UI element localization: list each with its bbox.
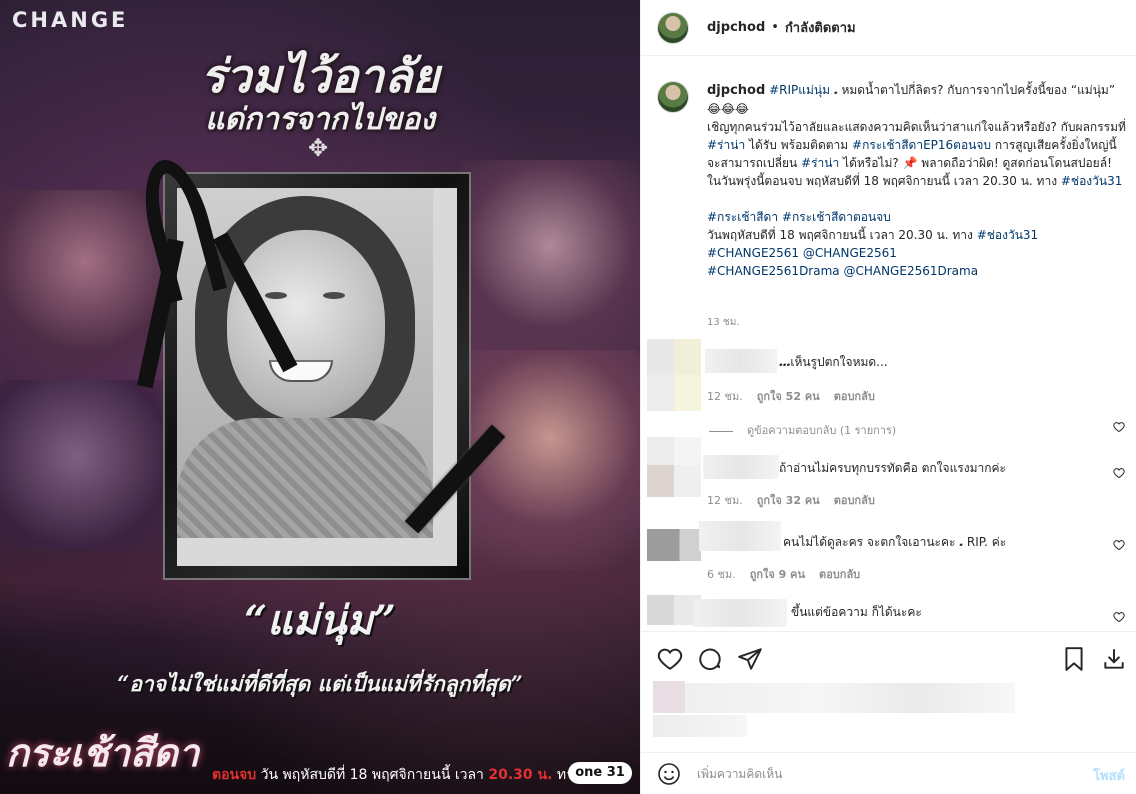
avatar[interactable] (657, 11, 689, 44)
hashtag-link[interactable]: #ช่องวัน31 (977, 228, 1038, 242)
scene-photo-right-top (460, 160, 640, 350)
like-heart-icon[interactable] (657, 646, 683, 672)
airing-info: ตอนจบ วัน พฤหัสบดีที่ 18 พฤศจิกายนนี้ เว… (212, 764, 581, 786)
scene-photo-left-bottom (0, 380, 170, 550)
view-replies-button[interactable]: ดูข้อความตอบกลับ (1 รายการ) (709, 421, 896, 439)
following-button[interactable]: กำลังติดตาม (785, 17, 856, 38)
comment-meta: 12 ชม. ถูกใจ 52 คน ตอบกลับ (707, 387, 875, 405)
ornament-icon: ✥ (308, 134, 329, 162)
scene-photo-right-bottom (460, 350, 640, 570)
airing-time: 20.30 น. (488, 767, 553, 783)
comment-time: 12 ชม. (707, 494, 743, 507)
comment-time: 6 ชม. (707, 568, 736, 581)
hashtag-link[interactable]: #CHANGE2561 (707, 246, 799, 260)
hashtag-link[interactable]: #ร่าน่า (801, 156, 839, 170)
channel-logo: one 31 (568, 762, 632, 784)
bookmark-icon[interactable] (1061, 646, 1087, 672)
header-separator: • (771, 20, 779, 35)
hashtag-link[interactable]: #ร่าน่า (707, 138, 745, 152)
comment-username-blurred[interactable] (705, 349, 777, 373)
header-username[interactable]: djpchod (707, 20, 765, 35)
comment-bubble-icon[interactable] (697, 646, 723, 672)
comment-username-blurred[interactable] (693, 599, 787, 627)
hashtag-link[interactable]: #กระเช้าสีดาEP16ตอนจบ (852, 138, 991, 152)
comment-time: 12 ชม. (707, 390, 743, 403)
brand-logo: CHANGE (12, 8, 129, 32)
comment-avatar-blurred (647, 465, 701, 497)
hashtag-link[interactable]: #ช่องวัน31 (1061, 174, 1122, 188)
emoji-icon[interactable] (657, 762, 681, 786)
hashtag-link[interactable]: #กระเช้าสีดาตอนจบ (782, 210, 891, 224)
airing-text: วัน พฤหัสบดีที่ 18 พฤศจิกายนนี้ เวลา (260, 767, 484, 783)
comments-scroll[interactable]: djpchod #RIPแม่นุ่ม 𝅘 หมดน้ำตาไปกี่ลิตร?… (641, 57, 1136, 631)
show-title: กระเช้าสีดา (6, 730, 200, 775)
comment-text: 𝅘𝅘𝅘เห็นรูปตกใจหมด... (779, 355, 888, 369)
action-bar (641, 631, 1136, 681)
hashtag-link[interactable]: #กระเช้าสีดา (707, 210, 778, 224)
comment-text: คนไม่ได้ดูละคร จะตกใจเอานะคะ 𝅘 RIP. ค่ะ (783, 535, 1007, 549)
caption: djpchod #RIPแม่นุ่ม 𝅘 หมดน้ำตาไปกี่ลิตร?… (657, 81, 1127, 280)
comment-text: ขึ้นแต่ข้อความ ก็ได้นะคะ (791, 605, 922, 619)
reply-button[interactable]: ตอบกลับ (819, 568, 860, 581)
poster-tagline: “อาจไม่ใช่แม่ที่ดีที่สุด แต่เป็นแม่ที่รั… (117, 671, 523, 696)
comment-likes[interactable]: ถูกใจ 32 คน (757, 494, 820, 507)
comment-meta: 6 ชม. ถูกใจ 9 คน ตอบกลับ (707, 565, 860, 583)
comment-composer: โพสต์ (641, 752, 1136, 794)
comment-text: ถ้าอ่านไม่ครบทุกบรรทัดคือ ตกใจแรงมากค่ะ (779, 461, 1006, 475)
airing-prefix: ตอนจบ (212, 767, 257, 783)
like-comment-heart-icon[interactable] (1113, 467, 1125, 479)
hashtag-link[interactable]: #CHANGE2561Drama (707, 264, 840, 278)
comment-avatar-blurred (647, 375, 701, 411)
post-image[interactable]: CHANGE ร่วมไว้อาลัย แด่การจากไปของ ✥ “แม… (0, 0, 640, 794)
comment-avatar-blurred[interactable] (647, 529, 701, 561)
share-send-icon[interactable] (737, 646, 763, 672)
comment-username-blurred[interactable] (699, 521, 781, 551)
post-comment-button[interactable]: โพสต์ (1093, 765, 1125, 786)
download-icon[interactable] (1101, 646, 1127, 672)
reply-button[interactable]: ตอบกลับ (834, 390, 875, 403)
comment-likes[interactable]: ถูกใจ 9 คน (750, 568, 805, 581)
reply-button[interactable]: ตอบกลับ (834, 494, 875, 507)
caption-text: djpchod #RIPแม่นุ่ม 𝅘 หมดน้ำตาไปกี่ลิตร?… (707, 83, 1126, 278)
post-sidebar: djpchod • กำลังติดตาม djpchod #RIPแม่นุ่… (640, 0, 1136, 794)
comment-meta: 12 ชม. ถูกใจ 32 คน ตอบกลับ (707, 491, 875, 509)
like-comment-heart-icon[interactable] (1113, 421, 1125, 433)
scene-photo-left-top (0, 190, 170, 370)
mention-link[interactable]: @CHANGE2561Drama (843, 264, 978, 278)
comment-avatar-blurred[interactable] (647, 339, 701, 375)
caption-avatar[interactable] (657, 81, 689, 113)
likes-summary-blurred[interactable] (653, 681, 1015, 739)
caption-timestamp: 13 ชม. (707, 317, 740, 328)
comment-username-blurred[interactable] (703, 455, 779, 479)
mention-link[interactable]: @CHANGE2561 (803, 246, 897, 260)
poster-name: “แม่นุ่ม” (244, 597, 396, 644)
caption-username[interactable]: djpchod (707, 83, 765, 98)
like-comment-heart-icon[interactable] (1113, 611, 1125, 623)
like-comment-heart-icon[interactable] (1113, 539, 1125, 551)
post-header: djpchod • กำลังติดตาม (641, 0, 1136, 56)
comment-likes[interactable]: ถูกใจ 52 คน (757, 390, 820, 403)
comment-input[interactable] (697, 761, 1067, 787)
hashtag-link[interactable]: #RIPแม่นุ่ม (769, 83, 830, 97)
